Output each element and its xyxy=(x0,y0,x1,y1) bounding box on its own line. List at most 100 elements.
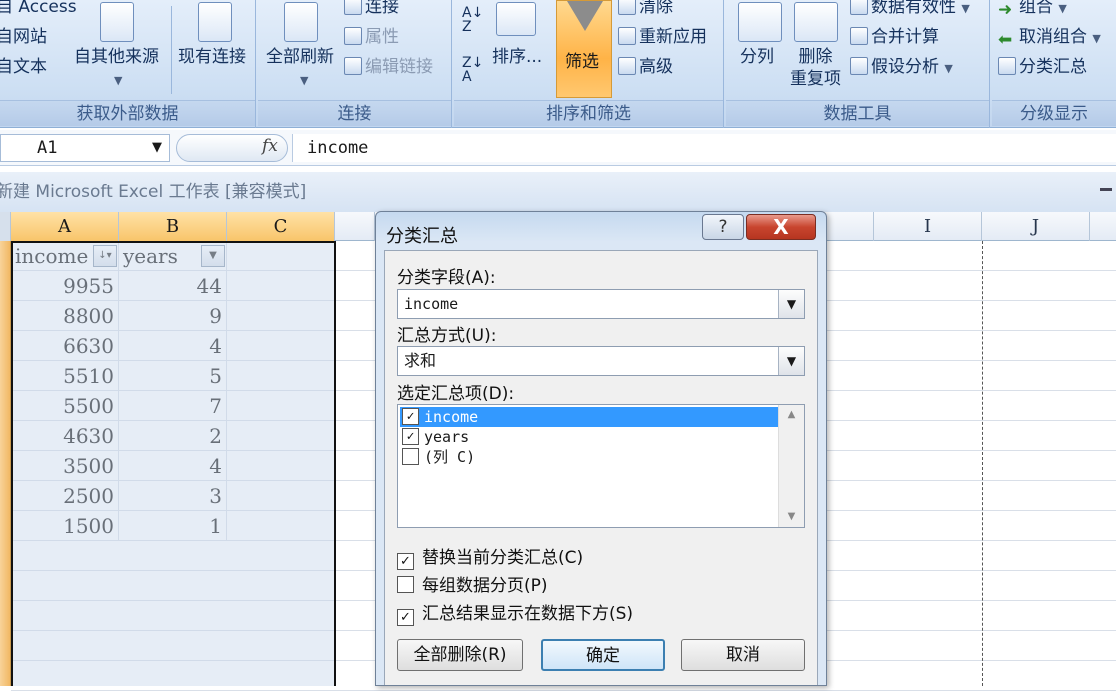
edit-links-label: 编辑链接 xyxy=(365,57,433,77)
reapply-button[interactable]: 重新应用 xyxy=(618,26,707,48)
ok-button[interactable]: 确定 xyxy=(541,639,665,671)
chevron-down-icon: ▼ xyxy=(944,62,953,75)
filter-button[interactable]: 筛选 xyxy=(556,0,612,98)
checkbox-unchecked-icon[interactable] xyxy=(397,576,414,593)
other-sources-label: 自其他来源 xyxy=(74,47,159,67)
group-button[interactable]: ➜ 组合 ▼ xyxy=(998,0,1067,20)
refresh-all-button[interactable]: 全部刷新 ▼ xyxy=(266,46,334,92)
summary-below-option[interactable]: ✓ 汇总结果显示在数据下方(S) xyxy=(397,599,634,626)
cell-income[interactable]: 5500 xyxy=(11,391,119,421)
column-header-h[interactable] xyxy=(827,212,874,241)
clear-filter-icon xyxy=(618,0,636,15)
close-button[interactable]: X xyxy=(746,214,816,240)
summary-items-list[interactable]: ✓ income ✓ years (列 C) ▲ ▼ xyxy=(397,404,805,528)
cell-years[interactable]: 4 xyxy=(119,331,227,361)
list-item[interactable]: ✓ years xyxy=(400,427,778,447)
ribbon: 自 Access 自网站 自文本 自其他来源 ▼ 现有连接 获取外部数据 全部刷新… xyxy=(0,0,1116,128)
cell-income[interactable]: 2500 xyxy=(11,481,119,511)
reapply-label: 重新应用 xyxy=(639,27,707,47)
checkbox-checked-icon[interactable]: ✓ xyxy=(397,609,414,626)
option-label: 汇总结果显示在数据下方(S) xyxy=(422,604,634,624)
cell-years[interactable]: 3 xyxy=(119,481,227,511)
scroll-up-icon[interactable]: ▲ xyxy=(779,405,804,425)
group-outline: ➜ 组合 ▼ ⬅ 取消组合 ▼ 分类汇总 分级显示 xyxy=(992,0,1116,128)
subtotal-label: 分类汇总 xyxy=(1019,57,1087,77)
separator xyxy=(171,6,172,94)
subtotal-button[interactable]: 分类汇总 xyxy=(998,56,1087,78)
cell-income[interactable]: 9955 xyxy=(11,271,119,301)
from-text-button[interactable]: 自文本 xyxy=(0,56,47,78)
what-if-button[interactable]: 假设分析 ▼ xyxy=(850,56,953,80)
text-to-columns-button[interactable]: 分列 xyxy=(740,46,774,68)
existing-connections-icon xyxy=(198,2,232,42)
clear-button[interactable]: 清除 xyxy=(618,0,673,18)
name-box[interactable]: A1 xyxy=(0,134,170,162)
list-scrollbar[interactable]: ▲ ▼ xyxy=(778,405,804,527)
cell-years[interactable]: 44 xyxy=(119,271,227,301)
from-web-button[interactable]: 自网站 xyxy=(0,26,47,48)
checkbox-checked-icon[interactable]: ✓ xyxy=(397,553,414,570)
cell-years[interactable]: 5 xyxy=(119,361,227,391)
other-sources-button[interactable]: 自其他来源 ▼ xyxy=(74,46,159,92)
consolidate-button[interactable]: 合并计算 xyxy=(850,26,939,48)
filter-dropdown-icon[interactable]: ▼ xyxy=(201,245,225,267)
group-label: 排序和筛选 xyxy=(454,100,723,126)
cell-years[interactable]: 9 xyxy=(119,301,227,331)
help-button[interactable]: ? xyxy=(702,214,744,240)
consolidate-icon xyxy=(850,27,868,45)
column-header-b[interactable]: B xyxy=(119,212,227,241)
from-access-button[interactable]: 自 Access xyxy=(0,0,77,18)
sort-button[interactable]: 排序... xyxy=(492,46,542,68)
list-item[interactable]: ✓ income xyxy=(400,407,778,427)
checkbox-checked-icon[interactable]: ✓ xyxy=(402,408,419,425)
name-box-dropdown-icon[interactable]: ▼ xyxy=(152,134,162,162)
checkbox-unchecked-icon[interactable] xyxy=(402,448,419,465)
minimize-icon[interactable] xyxy=(1100,188,1112,191)
cell-income[interactable]: 6630 xyxy=(11,331,119,361)
insert-function-icon[interactable]: fx xyxy=(262,136,278,156)
sort-az-button[interactable]: A↓ Z xyxy=(462,6,483,34)
cell-income[interactable]: 3500 xyxy=(11,451,119,481)
column-header-a[interactable]: A xyxy=(11,212,119,241)
field-select[interactable]: income ▼ xyxy=(397,289,805,319)
column-header-d[interactable] xyxy=(335,212,375,241)
cell-income[interactable]: 4630 xyxy=(11,421,119,451)
column-header-i[interactable]: I xyxy=(874,212,982,241)
page-break-option[interactable]: 每组数据分页(P) xyxy=(397,571,548,596)
cell-years[interactable]: 4 xyxy=(119,451,227,481)
cell-income[interactable]: 5510 xyxy=(11,361,119,391)
list-item[interactable]: (列 C) xyxy=(400,447,778,467)
cell-years[interactable]: 1 xyxy=(119,511,227,541)
checkbox-checked-icon[interactable]: ✓ xyxy=(402,428,419,445)
filter-dropdown-sorted-icon[interactable]: ↓▾ xyxy=(93,245,117,267)
remove-all-button[interactable]: 全部删除(R) xyxy=(397,639,523,671)
scroll-down-icon[interactable]: ▼ xyxy=(779,507,804,527)
sort-za-button[interactable]: Z↓ A xyxy=(462,56,483,84)
advanced-button[interactable]: 高级 xyxy=(618,56,673,78)
data-validation-button[interactable]: 数据有效性 ▼ xyxy=(850,0,970,20)
column-header-j[interactable]: J xyxy=(982,212,1090,241)
ungroup-button[interactable]: ⬅ 取消组合 ▼ xyxy=(998,26,1101,50)
cell-years[interactable]: 2 xyxy=(119,421,227,451)
select-all-corner[interactable] xyxy=(0,212,11,241)
group-get-external-data: 自 Access 自网站 自文本 自其他来源 ▼ 现有连接 获取外部数据 xyxy=(0,0,256,128)
consolidate-label: 合并计算 xyxy=(871,27,939,47)
cell-years[interactable]: 7 xyxy=(119,391,227,421)
field-value: income xyxy=(404,295,459,313)
subtotal-dialog: 分类汇总 ? X 分类字段(A): income ▼ 汇总方式(U): 求和 ▼… xyxy=(375,211,827,686)
formula-input[interactable]: income xyxy=(292,134,1116,162)
cancel-button[interactable]: 取消 xyxy=(681,639,805,671)
remove-duplicates-button[interactable]: 删除 重复项 xyxy=(790,46,841,90)
properties-button[interactable]: 属性 xyxy=(344,26,399,48)
row-headers[interactable] xyxy=(0,241,11,686)
function-select[interactable]: 求和 ▼ xyxy=(397,346,805,376)
cell-income[interactable]: 1500 xyxy=(11,511,119,541)
replace-current-option[interactable]: ✓ 替换当前分类汇总(C) xyxy=(397,543,583,570)
edit-links-button[interactable]: 编辑链接 xyxy=(344,56,433,78)
column-header-c[interactable]: C xyxy=(227,212,335,241)
cell-income[interactable]: 8800 xyxy=(11,301,119,331)
chevron-down-icon[interactable]: ▼ xyxy=(778,347,804,375)
chevron-down-icon[interactable]: ▼ xyxy=(778,290,804,318)
connections-button[interactable]: 连接 xyxy=(344,0,399,18)
existing-connections-button[interactable]: 现有连接 xyxy=(178,46,246,68)
